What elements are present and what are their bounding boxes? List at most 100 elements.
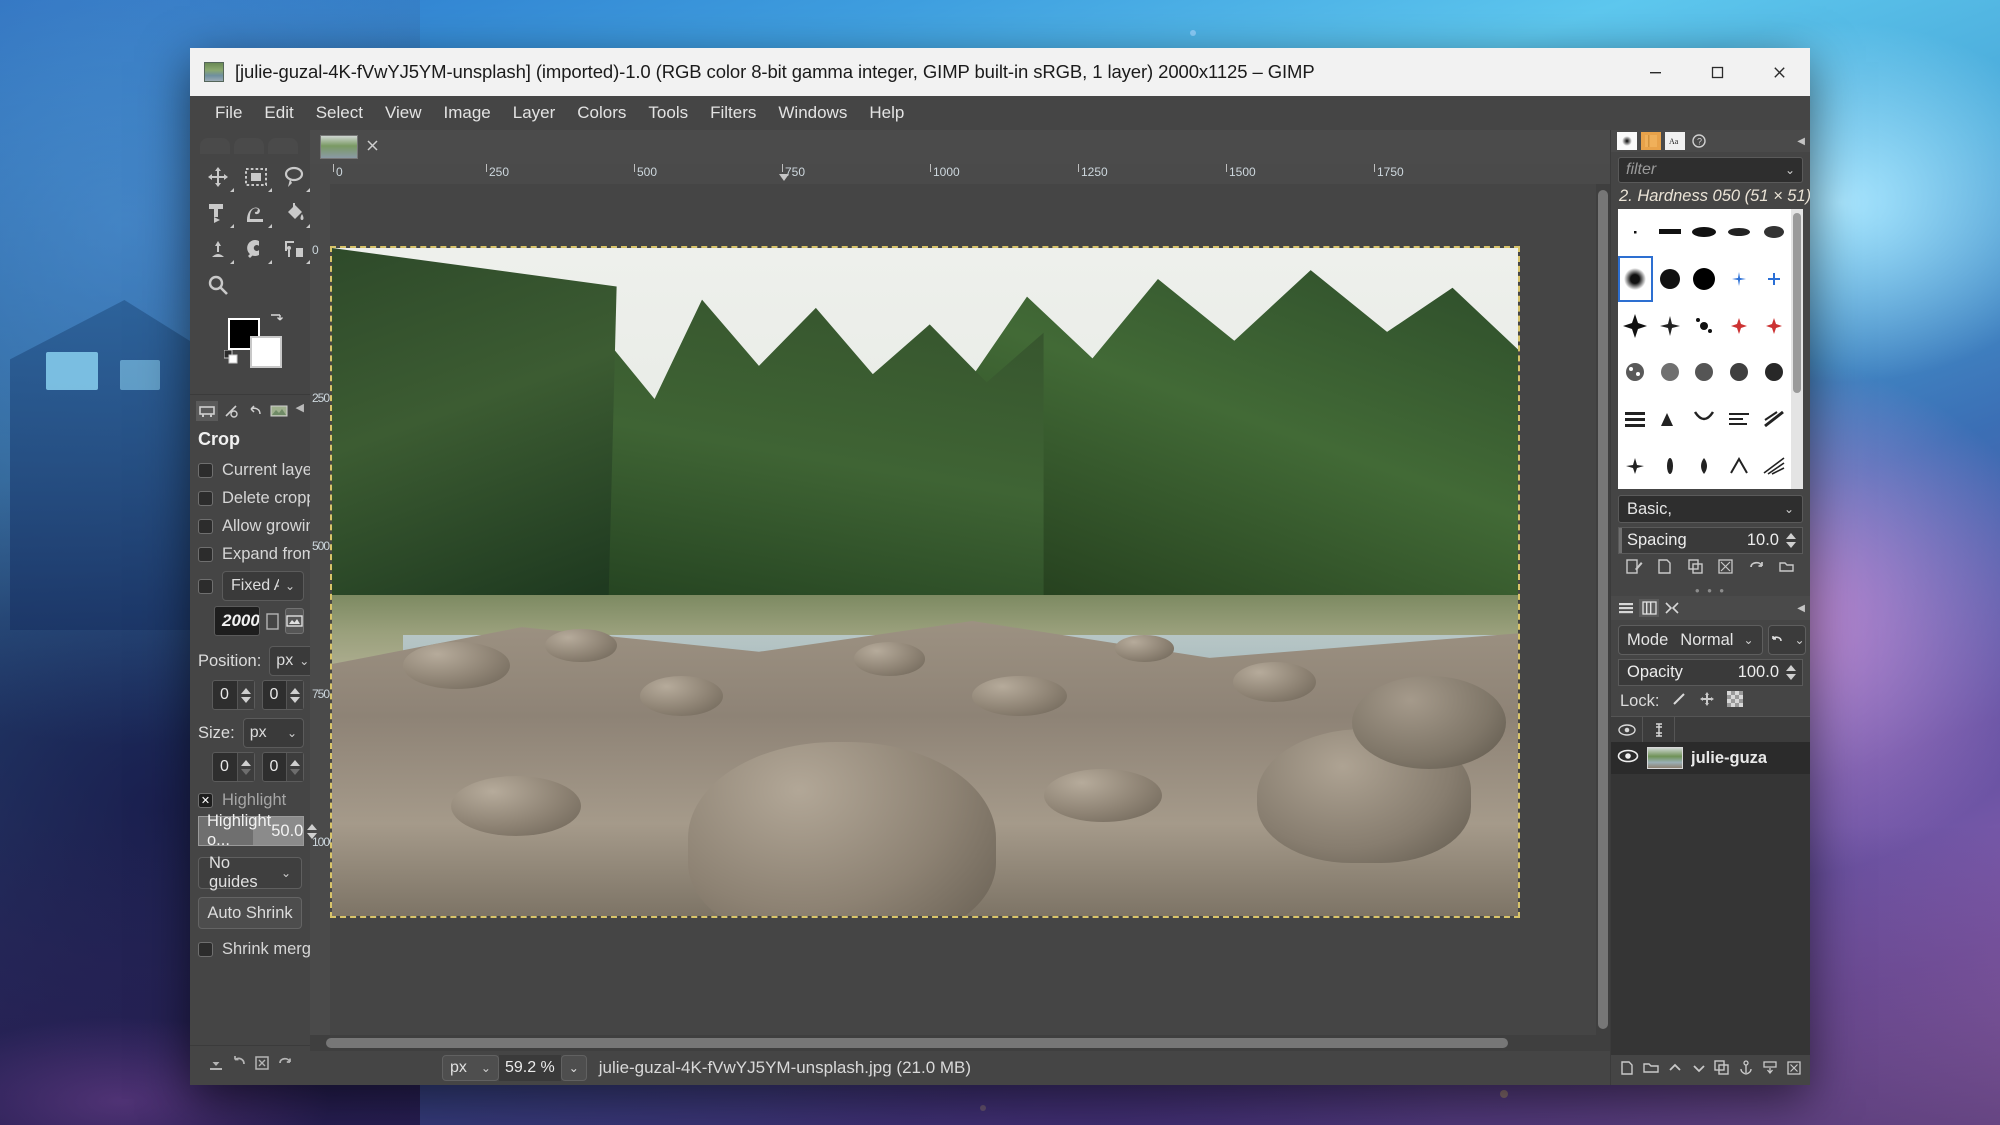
- brush-item[interactable]: [1756, 442, 1791, 489]
- checkbox-highlight[interactable]: ✕: [198, 792, 213, 808]
- aspect-ratio-input[interactable]: 2000:1125: [214, 606, 260, 636]
- brush-spacing-stepper[interactable]: [1784, 533, 1798, 548]
- menu-colors[interactable]: Colors: [566, 99, 637, 127]
- brush-item[interactable]: [1687, 256, 1722, 303]
- layer-opacity-slider[interactable]: Opacity 100.0: [1618, 659, 1803, 686]
- edit-brush-icon[interactable]: [1626, 558, 1643, 580]
- layer-opacity-stepper[interactable]: [1784, 665, 1798, 680]
- brush-item[interactable]: [1618, 209, 1653, 256]
- size-width-input[interactable]: 0: [212, 752, 255, 782]
- layer-dock-expand-icon[interactable]: ◀: [1797, 603, 1805, 614]
- checkbox-shrink-merged[interactable]: [198, 941, 213, 957]
- canvas-vertical-scrollbar[interactable]: [1596, 184, 1610, 1035]
- checkbox-delete-cropped-pixels[interactable]: [198, 490, 213, 506]
- menu-help[interactable]: Help: [858, 99, 915, 127]
- swap-colors-icon[interactable]: [268, 312, 284, 331]
- brush-item[interactable]: [1618, 349, 1653, 396]
- menu-file[interactable]: File: [204, 99, 253, 127]
- auto-shrink-button[interactable]: Auto Shrink: [198, 897, 302, 929]
- text-tool[interactable]: [276, 232, 312, 266]
- toolbox-tab-1[interactable]: [200, 138, 230, 154]
- brush-item[interactable]: [1653, 349, 1688, 396]
- menu-view[interactable]: View: [374, 99, 433, 127]
- delete-tool-preset-icon[interactable]: [253, 1054, 271, 1077]
- fixed-aspect-mode-combo[interactable]: Fixed Aspect r... ⌄: [222, 571, 304, 601]
- brush-item[interactable]: [1653, 302, 1688, 349]
- minimize-button[interactable]: [1624, 48, 1686, 96]
- new-layer-group-icon[interactable]: [1643, 1060, 1659, 1081]
- refresh-brushes-icon[interactable]: [1748, 558, 1765, 580]
- image-canvas[interactable]: [330, 246, 1520, 918]
- position-y-stepper[interactable]: [286, 681, 303, 709]
- option-highlight[interactable]: ✕ Highlight: [190, 786, 310, 814]
- lock-position-icon[interactable]: [1699, 691, 1715, 712]
- brush-item[interactable]: [1618, 302, 1653, 349]
- position-y-input[interactable]: 0: [261, 680, 304, 710]
- brush-dock-expand-icon[interactable]: ◀: [1797, 136, 1805, 147]
- vertical-ruler[interactable]: 0 250 500 750 1000: [310, 184, 336, 1035]
- portrait-orientation-button[interactable]: [265, 608, 280, 634]
- document-history-tab[interactable]: ?: [1689, 132, 1709, 150]
- menu-tools[interactable]: Tools: [637, 99, 699, 127]
- open-brush-as-image-icon[interactable]: [1778, 558, 1795, 580]
- brush-grid-scrollbar[interactable]: [1791, 209, 1803, 489]
- brush-grid[interactable]: [1618, 209, 1803, 489]
- brush-item[interactable]: [1687, 209, 1722, 256]
- zoom-tool[interactable]: [200, 268, 236, 302]
- checkbox-allow-growing[interactable]: [198, 518, 213, 534]
- dock-resize-grip[interactable]: • • •: [1611, 583, 1810, 598]
- brush-item[interactable]: [1618, 442, 1653, 489]
- menu-filters[interactable]: Filters: [699, 99, 767, 127]
- highlight-opacity-slider[interactable]: Highlight o... 50.0: [198, 812, 318, 849]
- brush-item[interactable]: [1618, 396, 1653, 443]
- canvas-horizontal-scrollbar[interactable]: [310, 1035, 1610, 1051]
- brushes-tab[interactable]: [1617, 132, 1637, 150]
- option-delete-cropped-pixels[interactable]: Delete cropped pixels: [190, 484, 381, 512]
- close-icon[interactable]: [366, 139, 379, 155]
- new-brush-icon[interactable]: [1656, 558, 1673, 580]
- layer-visibility-icon[interactable]: [1617, 748, 1639, 768]
- toolbox-tab-3[interactable]: [268, 138, 298, 154]
- brush-preset-combo[interactable]: Basic, ⌄: [1618, 495, 1803, 523]
- layer-list[interactable]: julie-guza: [1611, 742, 1810, 1055]
- brush-item[interactable]: [1756, 209, 1791, 256]
- brush-item-selected[interactable]: [1618, 255, 1653, 303]
- landscape-orientation-button[interactable]: [285, 608, 304, 634]
- images-tab[interactable]: [268, 401, 290, 421]
- brush-item[interactable]: [1722, 302, 1757, 349]
- background-color-swatch[interactable]: [250, 336, 282, 368]
- close-button[interactable]: [1748, 48, 1810, 96]
- reset-tool-options-icon[interactable]: [276, 1054, 294, 1077]
- brush-item[interactable]: [1722, 209, 1757, 256]
- guides-combo[interactable]: No guides ⌄: [198, 854, 302, 891]
- brush-spacing-slider[interactable]: Spacing 10.0: [1618, 527, 1803, 554]
- maximize-button[interactable]: [1686, 48, 1748, 96]
- brush-item[interactable]: [1722, 349, 1757, 396]
- layer-mode-reset-button[interactable]: ⌄: [1767, 625, 1806, 655]
- channels-tab[interactable]: [1639, 599, 1659, 617]
- brush-item[interactable]: [1722, 396, 1757, 443]
- size-width-stepper[interactable]: [236, 753, 254, 781]
- brush-item[interactable]: [1756, 396, 1791, 443]
- brush-item[interactable]: [1653, 396, 1688, 443]
- option-current-layer-only[interactable]: Current layer only: [190, 456, 352, 484]
- menu-layer[interactable]: Layer: [502, 99, 567, 127]
- color-picker-tool[interactable]: [238, 232, 274, 266]
- new-layer-icon[interactable]: [1619, 1060, 1635, 1081]
- position-x-input[interactable]: 0: [212, 680, 255, 710]
- size-height-input[interactable]: 0: [261, 752, 304, 782]
- brush-item[interactable]: [1722, 256, 1757, 303]
- paths-tab[interactable]: [1662, 599, 1682, 617]
- toolbox-tab-2[interactable]: [234, 138, 264, 154]
- bucket-fill-tool[interactable]: [276, 196, 312, 230]
- delete-brush-icon[interactable]: [1717, 558, 1734, 580]
- statusbar-zoom-input[interactable]: 59.2 %: [498, 1055, 561, 1081]
- layer-mode-combo[interactable]: Mode Normal ⌄: [1618, 625, 1763, 655]
- menu-image[interactable]: Image: [433, 99, 502, 127]
- raise-layer-icon[interactable]: [1667, 1060, 1683, 1081]
- image-tab-thumbnail[interactable]: [320, 135, 358, 159]
- merge-down-icon[interactable]: [1762, 1060, 1778, 1081]
- option-expand-from-center[interactable]: Expand from center: [190, 540, 366, 568]
- option-shrink-merged[interactable]: Shrink merged: [190, 935, 329, 963]
- layer-thumbnail[interactable]: [1647, 747, 1683, 769]
